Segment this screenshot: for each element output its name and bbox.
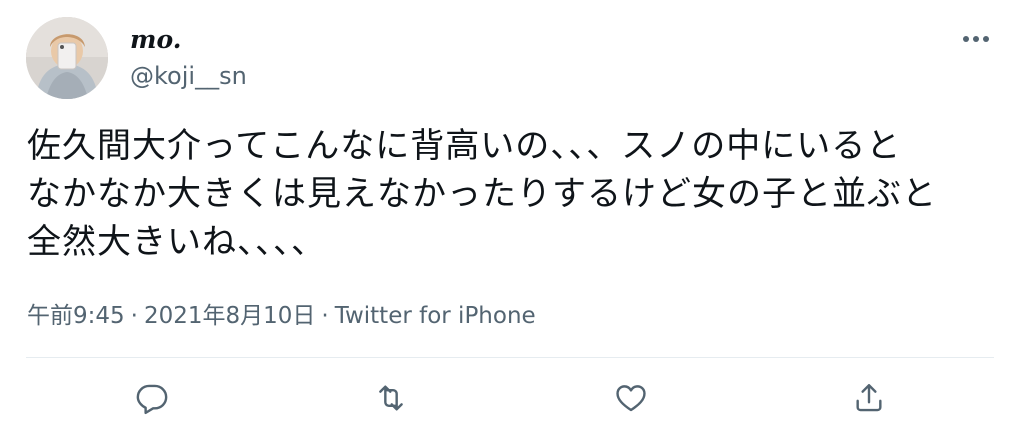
share-button[interactable]	[847, 376, 891, 420]
share-icon	[856, 384, 882, 412]
more-horizontal-icon	[963, 36, 989, 42]
tweet-time[interactable]: 午前9:45	[27, 303, 125, 329]
display-name[interactable]: mo.	[130, 24, 181, 56]
meta-separator: ·	[321, 303, 329, 329]
action-bar	[0, 376, 1024, 428]
avatar[interactable]	[26, 17, 108, 99]
tweet-text: 佐久間大介ってこんなに背高いの、、、スノの中にいると なかなか大きくは見えなかっ…	[27, 126, 937, 262]
tweet-metadata: 午前9:45 · 2021年8月10日 · Twitter for iPhone	[27, 300, 536, 332]
retweet-button[interactable]	[369, 376, 413, 420]
retweet-icon	[379, 385, 403, 411]
reply-icon	[136, 384, 168, 415]
tweet-date[interactable]: 2021年8月10日	[144, 303, 315, 329]
reply-button[interactable]	[130, 376, 174, 420]
like-button[interactable]	[609, 376, 653, 420]
tweet-source[interactable]: Twitter for iPhone	[335, 303, 536, 329]
heart-icon	[616, 385, 646, 412]
tweet-card: mo. @koji__sn 佐久間大介ってこんなに背高いの、、、スノの中にいると…	[0, 0, 1024, 439]
meta-separator: ·	[130, 303, 138, 329]
user-handle[interactable]: @koji__sn	[130, 60, 247, 92]
divider	[26, 357, 994, 358]
more-options-button[interactable]	[958, 26, 994, 52]
avatar-image	[26, 17, 108, 99]
